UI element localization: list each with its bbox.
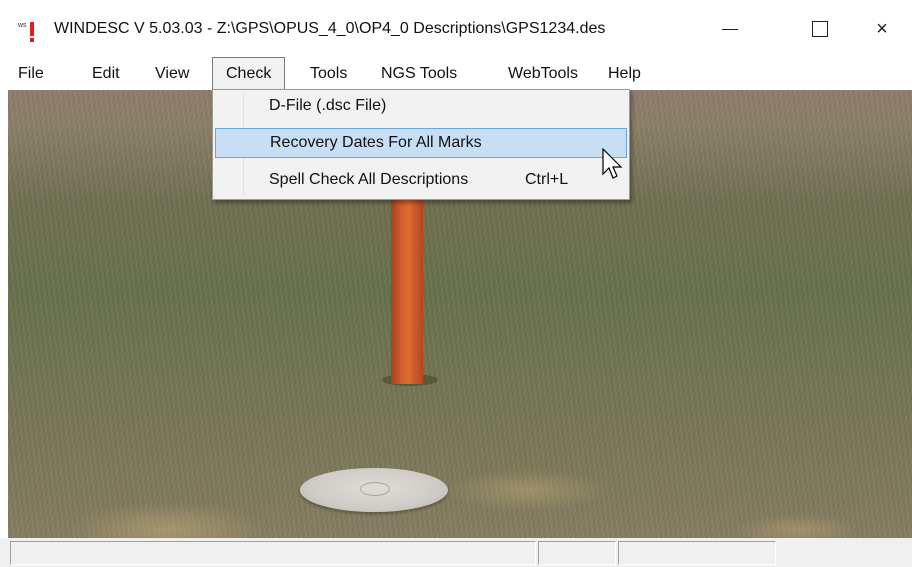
survey-disk [300,468,448,512]
menu-item-label: Recovery Dates For All Marks [270,134,482,151]
menu-edit[interactable]: Edit [92,58,120,90]
window-title: WINDESC V 5.03.03 - Z:\GPS\OPUS_4_0\OP4_… [54,20,606,37]
status-pane-main [10,541,536,565]
disk-marking [360,482,390,496]
menu-help[interactable]: Help [608,58,641,90]
menu-item-spell-check[interactable]: Spell Check All Descriptions Ctrl+L [215,166,625,194]
menu-item-shortcut: Ctrl+L [525,171,569,188]
menu-item-label: D-File (.dsc File) [269,97,387,114]
menu-file[interactable]: File [18,58,44,90]
menu-view[interactable]: View [155,58,189,90]
menu-ngs-tools[interactable]: NGS Tools [381,58,457,90]
witness-post [391,180,423,384]
maximize-icon [812,21,828,37]
menu-item-d-file[interactable]: D-File (.dsc File) [215,92,625,120]
minimize-button[interactable] [700,0,760,58]
svg-text:ws: ws [18,22,27,29]
close-button[interactable]: × [852,0,912,58]
menu-item-label: Spell Check All Descriptions [269,171,469,188]
menu-tools[interactable]: Tools [310,58,347,90]
menu-webtools[interactable]: WebTools [508,58,578,90]
status-pane-2 [538,541,616,565]
minimize-icon [722,28,738,30]
menu-bar: File Edit View Check Tools NGS Tools Web… [0,57,912,90]
status-pane-3 [618,541,776,565]
mouse-pointer-icon [602,148,623,179]
menu-check[interactable]: Check [212,57,286,90]
status-bar [0,538,912,567]
maximize-button[interactable] [790,0,850,58]
close-icon: × [876,17,888,40]
check-menu-dropdown: D-File (.dsc File) Recovery Dates For Al… [212,89,630,200]
menu-item-recovery-dates[interactable]: Recovery Dates For All Marks [215,128,627,158]
app-icon[interactable]: ws [18,18,40,44]
title-bar: ws WINDESC V 5.03.03 - Z:\GPS\OPUS_4_0\O… [0,0,912,58]
